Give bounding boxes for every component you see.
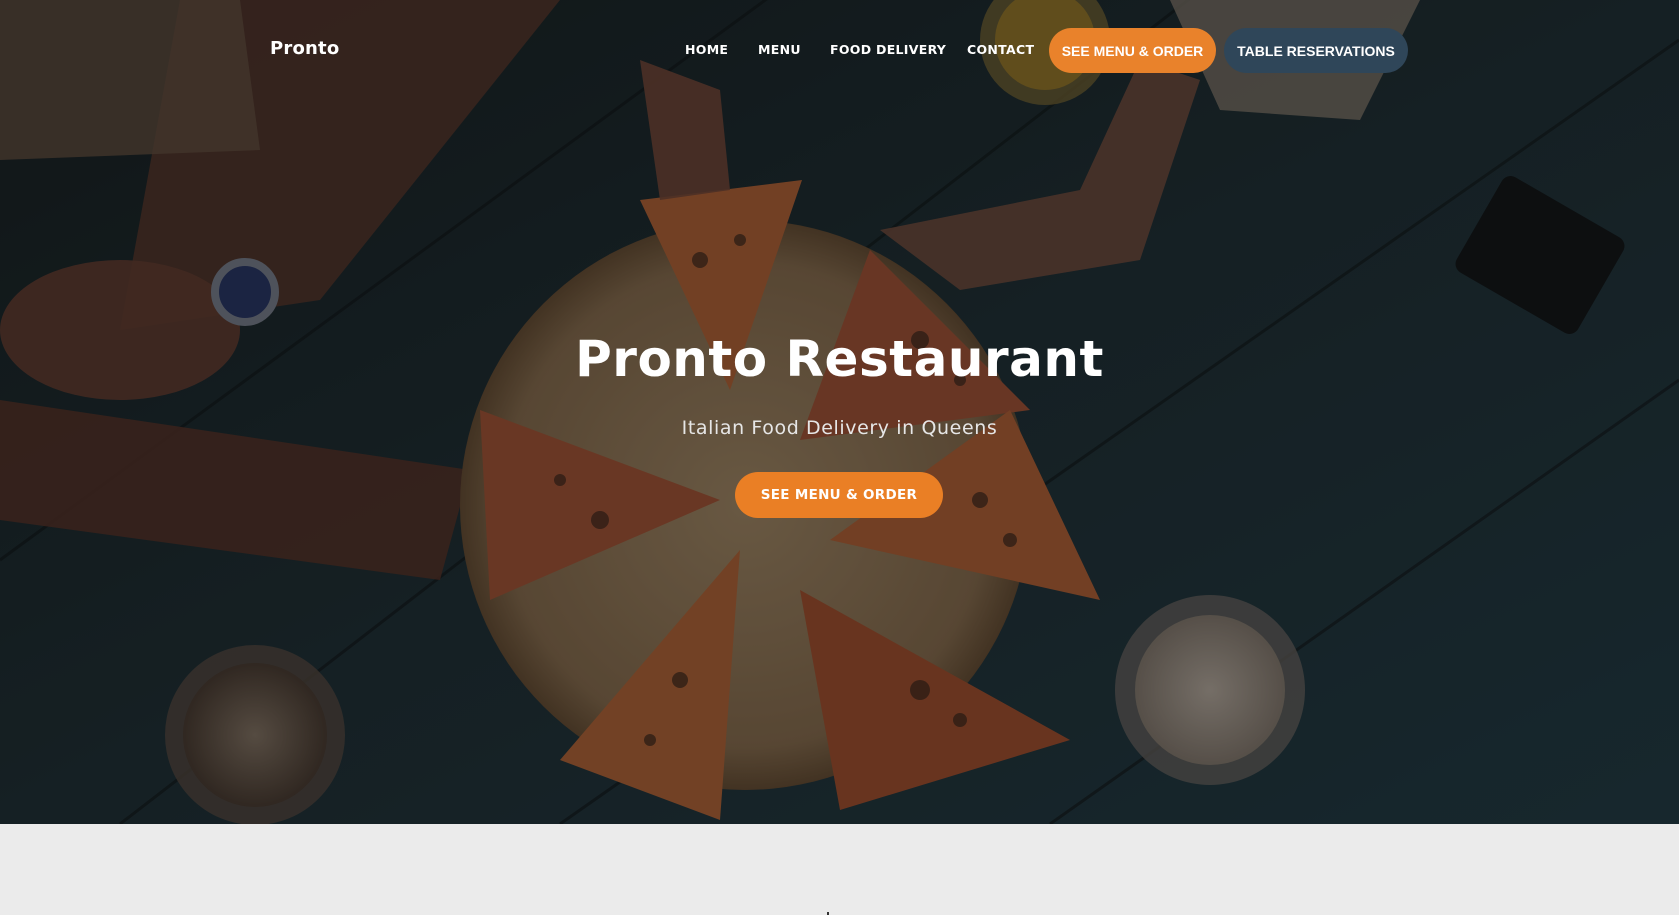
nav-contact-link[interactable]: CONTACT <box>967 42 1034 57</box>
hero-title: Pronto Restaurant <box>575 330 1104 388</box>
next-section <box>0 824 1679 915</box>
nav-food-delivery-link[interactable]: FOOD DELIVERY <box>830 42 946 57</box>
top-navbar: Pronto HOME MENU FOOD DELIVERY CONTACT S… <box>0 0 1679 100</box>
nav-menu-link[interactable]: MENU <box>758 42 801 57</box>
nav-home-link[interactable]: HOME <box>685 42 728 57</box>
table-reservations-button[interactable]: TABLE RESERVATIONS <box>1224 28 1408 73</box>
brand-logo[interactable]: Pronto <box>270 38 339 59</box>
hero-subtitle: Italian Food Delivery in Queens <box>681 417 998 439</box>
hero-background-photo <box>0 0 1679 824</box>
hero-section: Pronto HOME MENU FOOD DELIVERY CONTACT S… <box>0 0 1679 824</box>
see-menu-order-button[interactable]: SEE MENU & ORDER <box>1049 28 1216 73</box>
hero-order-button[interactable]: SEE MENU & ORDER <box>735 472 943 518</box>
